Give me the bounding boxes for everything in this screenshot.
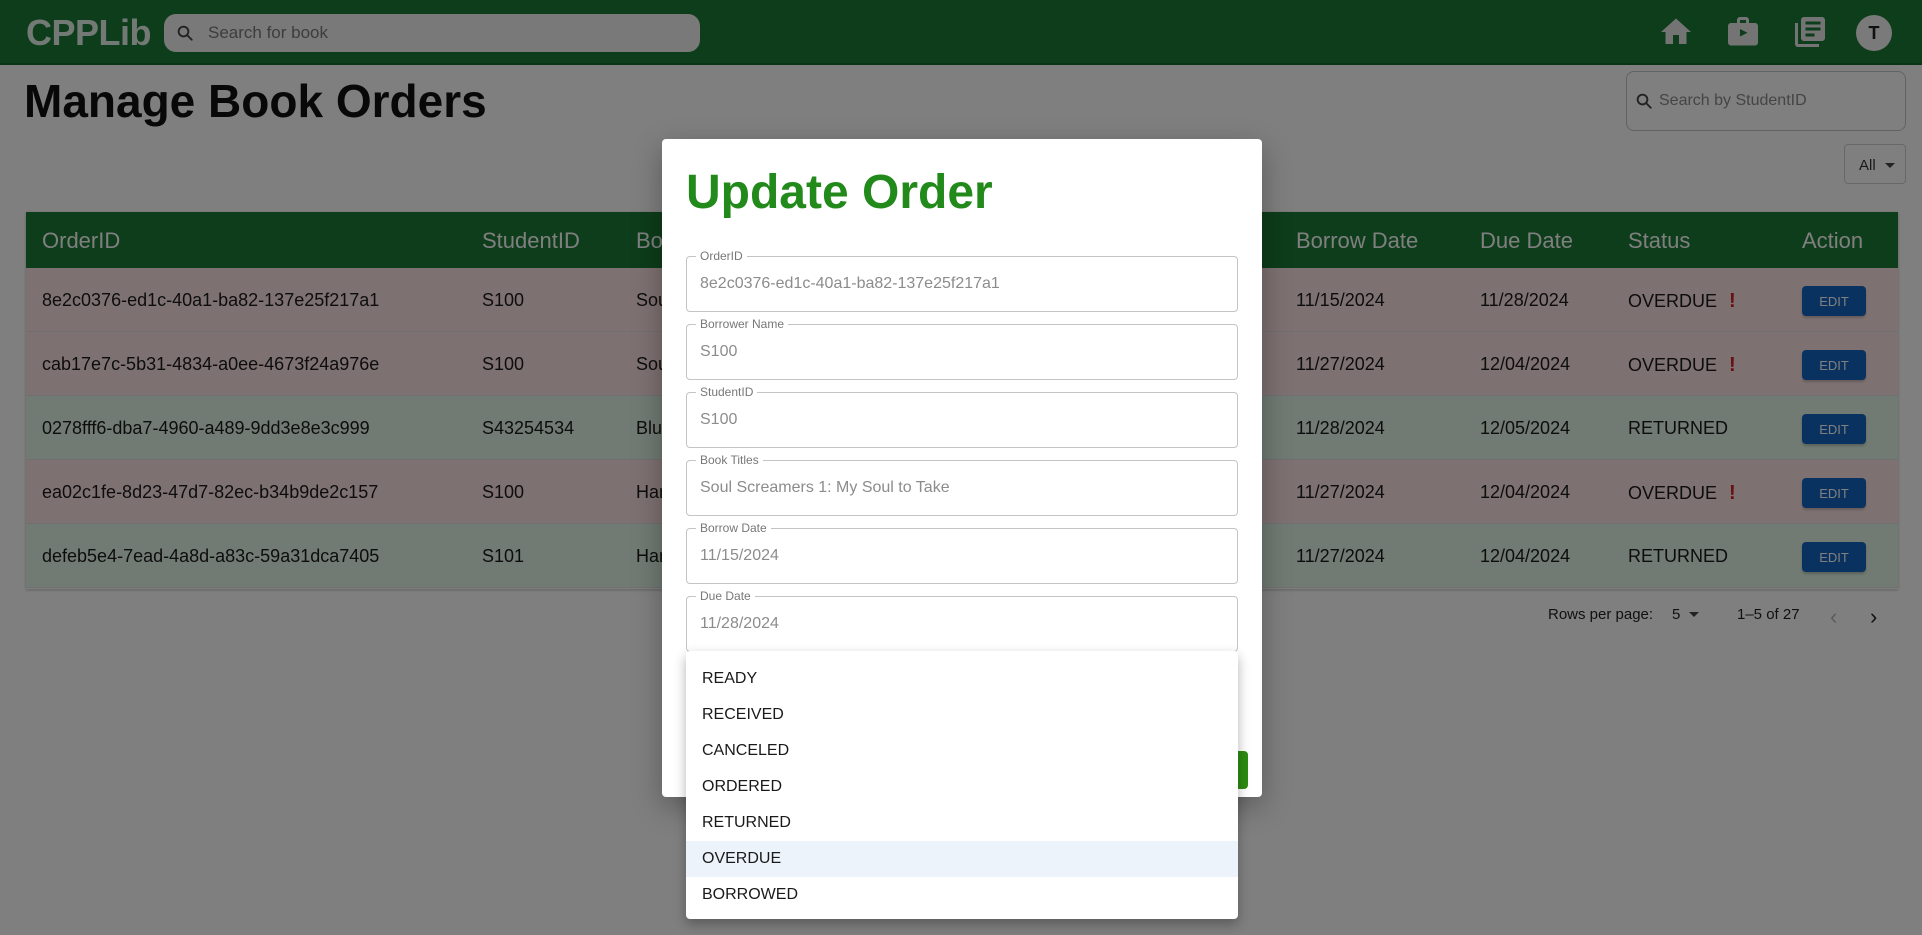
field-value: S100: [700, 411, 738, 428]
status-option-ready[interactable]: READY: [686, 661, 1238, 697]
status-option-returned[interactable]: RETURNED: [686, 805, 1238, 841]
status-option-ordered[interactable]: ORDERED: [686, 769, 1238, 805]
field-value: 11/28/2024: [700, 615, 779, 632]
borrow-date-field[interactable]: Borrow Date 11/15/2024: [686, 521, 1238, 584]
field-label: OrderID: [696, 249, 747, 263]
field-value: S100: [700, 343, 738, 360]
field-value: Soul Screamers 1: My Soul to Take: [700, 479, 950, 496]
field-label: Borrow Date: [696, 521, 771, 535]
field-value: 8e2c0376-ed1c-40a1-ba82-137e25f217a1: [700, 275, 1000, 292]
status-dropdown-menu: READY RECEIVED CANCELED ORDERED RETURNED…: [686, 651, 1238, 919]
status-option-overdue[interactable]: OVERDUE: [686, 841, 1238, 877]
field-value: 11/15/2024: [700, 547, 779, 564]
field-label: Book Titles: [696, 453, 763, 467]
status-option-received[interactable]: RECEIVED: [686, 697, 1238, 733]
due-date-field[interactable]: Due Date 11/28/2024: [686, 589, 1238, 652]
field-label: Due Date: [696, 589, 755, 603]
dialog-title: Update Order: [686, 166, 993, 219]
student-id-field[interactable]: StudentID S100: [686, 385, 1238, 448]
book-titles-field[interactable]: Book Titles Soul Screamers 1: My Soul to…: [686, 453, 1238, 516]
borrower-name-field[interactable]: Borrower Name S100: [686, 317, 1238, 380]
status-option-borrowed[interactable]: BORROWED: [686, 877, 1238, 913]
order-id-field[interactable]: OrderID 8e2c0376-ed1c-40a1-ba82-137e25f2…: [686, 249, 1238, 312]
field-label: StudentID: [696, 385, 758, 399]
field-label: Borrower Name: [696, 317, 789, 331]
status-option-canceled[interactable]: CANCELED: [686, 733, 1238, 769]
